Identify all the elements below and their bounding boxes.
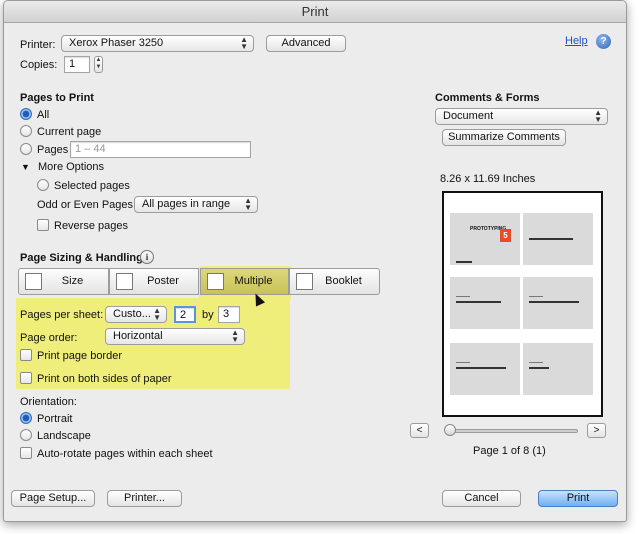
rows-field[interactable]: 3 (218, 306, 240, 323)
previous-page-button[interactable]: < (410, 423, 429, 438)
orientation-heading: Orientation: (20, 396, 77, 408)
printer-label: Printer: (20, 39, 56, 51)
page-preview: PROTOTYPING 5 (442, 191, 603, 417)
help-icon[interactable]: ? (596, 34, 611, 49)
page-range-radio[interactable] (20, 143, 32, 155)
html5-badge-icon: 5 (500, 229, 511, 242)
window-title: Print (4, 1, 626, 23)
thumbnail-text-line (529, 296, 543, 297)
pages-per-sheet-value: Custo... (113, 308, 151, 320)
sizing-tabs: Size Poster Multiple Booklet (18, 268, 380, 295)
selected-pages-radio[interactable] (37, 179, 49, 191)
odd-even-value: All pages in range (142, 198, 231, 210)
tab-booklet-label: Booklet (325, 275, 362, 287)
thumbnail-text-line (456, 296, 470, 297)
thumbnail-text-line (529, 367, 549, 369)
print-dialog: Print Printer: Xerox Phaser 3250 ▲ ▼ Adva… (3, 0, 627, 522)
tab-size-label: Size (61, 275, 84, 287)
print-button[interactable]: Print (538, 490, 618, 507)
current-page-label: Current page (37, 126, 102, 138)
pages-per-sheet-popup[interactable]: Custo... ▲ ▼ (105, 306, 167, 323)
sizing-heading: Page Sizing & Handling (20, 252, 143, 264)
thumbnail-text-line (456, 261, 472, 263)
printer-button[interactable]: Printer... (107, 490, 182, 507)
both-sides-checkbox[interactable] (20, 372, 32, 384)
both-sides-label: Print on both sides of paper (37, 373, 172, 385)
thumbnail-page: PROTOTYPING 5 (450, 213, 520, 265)
tab-poster-label: Poster (147, 275, 179, 287)
all-pages-radio[interactable] (20, 108, 32, 120)
stepper-down-icon: ▼ (95, 64, 102, 70)
landscape-label: Landscape (37, 430, 91, 442)
popup-arrows-icon: ▲ ▼ (153, 306, 161, 322)
page-border-label: Print page border (37, 350, 122, 362)
autorotate-label: Auto-rotate pages within each sheet (37, 448, 213, 460)
thumbnail-text-line (456, 301, 501, 303)
odd-even-label: Odd or Even Pages: (37, 199, 137, 211)
pages-to-print-heading: Pages to Print (20, 92, 94, 104)
landscape-radio[interactable] (20, 429, 32, 441)
comments-value: Document (443, 110, 494, 122)
thumbnail-text-line (529, 238, 573, 240)
tab-multiple[interactable]: Multiple (200, 268, 289, 295)
page-slider-knob[interactable] (444, 424, 456, 436)
page-order-popup[interactable]: Horizontal ▲ ▼ (105, 328, 245, 345)
thumbnail-page (523, 343, 593, 395)
info-icon[interactable]: i (140, 250, 154, 264)
thumbnail-text-line (529, 362, 543, 363)
copies-label: Copies: (20, 59, 58, 71)
thumbnail-page (523, 277, 593, 329)
stepper-up-icon: ▲ (95, 57, 102, 63)
thumbnail-text-line (456, 362, 470, 363)
popup-arrows-icon: ▲ ▼ (240, 35, 248, 51)
popup-arrows-icon: ▲ ▼ (244, 196, 252, 212)
page-border-checkbox[interactable] (20, 349, 32, 361)
more-options-label[interactable]: More Options (38, 161, 104, 173)
portrait-radio[interactable] (20, 412, 32, 424)
cancel-button[interactable]: Cancel (442, 490, 521, 507)
thumbnail-page (523, 213, 593, 265)
paper-size-label: 8.26 x 11.69 Inches (440, 173, 536, 185)
page-setup-button[interactable]: Page Setup... (11, 490, 95, 507)
by-label: by (202, 309, 214, 321)
page-order-label: Page order: (20, 332, 78, 344)
thumbnail-text-line (456, 367, 506, 369)
printer-popup[interactable]: Xerox Phaser 3250 ▲ ▼ (61, 35, 254, 52)
comments-popup[interactable]: Document ▲ ▼ (435, 108, 608, 125)
current-page-radio[interactable] (20, 125, 32, 137)
thumbnail-page (450, 277, 520, 329)
tab-poster[interactable]: Poster (109, 268, 199, 295)
thumbnail-text-line (529, 301, 579, 303)
odd-even-popup[interactable]: All pages in range ▲ ▼ (134, 196, 258, 213)
columns-field[interactable]: 2 (174, 306, 196, 323)
selected-pages-label: Selected pages (54, 180, 130, 192)
popup-arrows-icon: ▲ ▼ (594, 108, 602, 124)
page-count-label: Page 1 of 8 (1) (473, 445, 546, 457)
next-page-button[interactable]: > (587, 423, 606, 438)
popup-arrows-icon: ▲ ▼ (231, 328, 239, 344)
page-order-value: Horizontal (113, 330, 163, 342)
thumbnail-page (450, 343, 520, 395)
summarize-comments-button[interactable]: Summarize Comments (442, 129, 566, 146)
pages-per-sheet-label: Pages per sheet: (20, 309, 104, 321)
page-range-label: Pages (37, 144, 69, 156)
all-pages-label: All (37, 109, 50, 121)
reverse-pages-label: Reverse pages (54, 220, 128, 232)
tab-size[interactable]: Size (18, 268, 109, 295)
portrait-label: Portrait (37, 413, 73, 425)
help-link[interactable]: Help (565, 35, 588, 47)
tab-multiple-label: Multiple (234, 275, 273, 287)
copies-field[interactable]: 1 (64, 56, 90, 73)
comments-heading: Comments & Forms (435, 92, 540, 104)
printer-value: Xerox Phaser 3250 (69, 37, 164, 49)
advanced-button[interactable]: Advanced (266, 35, 346, 52)
autorotate-checkbox[interactable] (20, 447, 32, 459)
copies-stepper[interactable]: ▲ ▼ (94, 56, 103, 73)
page-slider-track[interactable] (446, 429, 578, 433)
disclosure-triangle-icon[interactable]: ▼ (21, 162, 30, 172)
page-range-input[interactable]: 1 – 44 (70, 141, 251, 158)
reverse-pages-checkbox[interactable] (37, 219, 49, 231)
tab-booklet[interactable]: Booklet (289, 268, 380, 295)
